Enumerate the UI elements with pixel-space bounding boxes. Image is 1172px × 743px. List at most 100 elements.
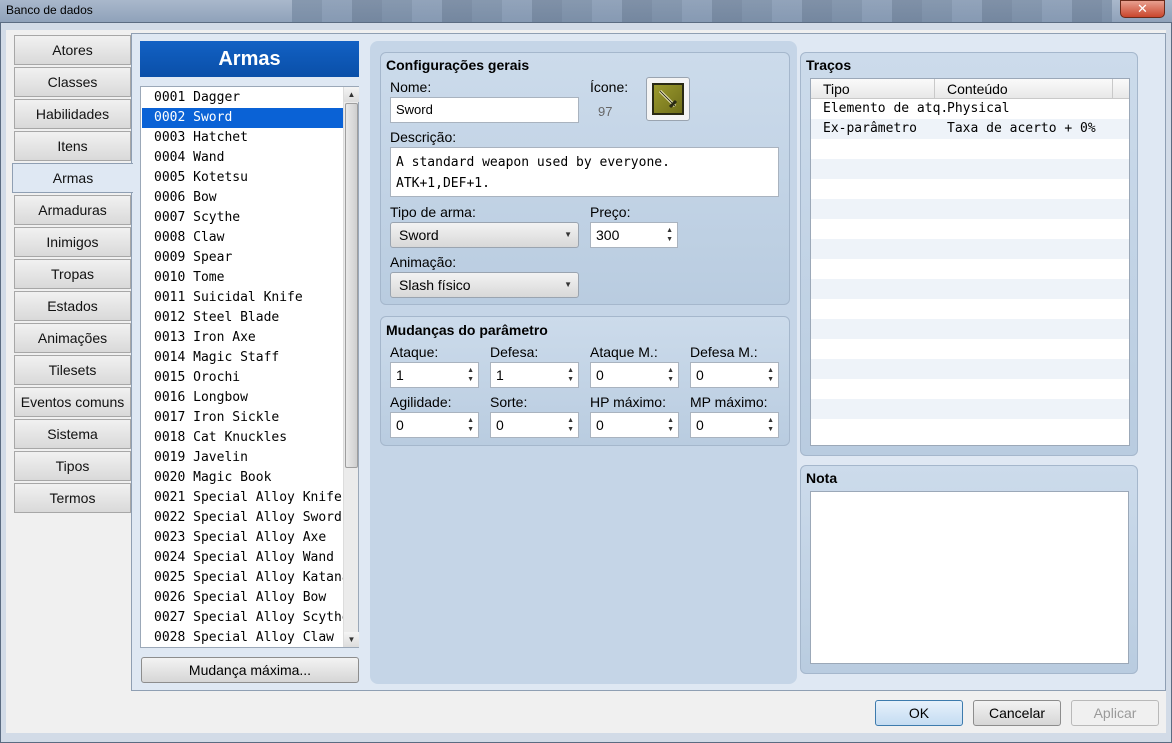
list-item[interactable]: 0015 Orochi bbox=[142, 368, 344, 388]
tab-13[interactable]: Tipos bbox=[14, 451, 131, 481]
list-item[interactable]: 0021 Special Alloy Knife bbox=[142, 488, 344, 508]
list-item[interactable]: 0027 Special Alloy Scythe bbox=[142, 608, 350, 628]
traits-table[interactable]: Tipo Conteúdo Elemento de atq. Physical Ex… bbox=[810, 78, 1130, 446]
list-item[interactable]: 0003 Hatchet bbox=[142, 128, 344, 148]
list-item[interactable]: 0001 Dagger bbox=[142, 88, 344, 108]
list-item[interactable]: 0006 Bow bbox=[142, 188, 344, 208]
max-change-button[interactable]: Mudança máxima... bbox=[141, 657, 359, 683]
spin-arrows-icon[interactable]: ▲ ▼ bbox=[467, 416, 474, 434]
table-row[interactable] bbox=[811, 399, 1129, 419]
column-header-content[interactable]: Conteúdo bbox=[935, 79, 1113, 99]
spin-arrows-icon[interactable]: ▲ ▼ bbox=[667, 416, 674, 434]
tab-11[interactable]: Eventos comuns bbox=[14, 387, 131, 417]
list-item[interactable]: 0009 Spear bbox=[142, 248, 344, 268]
table-row[interactable] bbox=[811, 339, 1129, 359]
list-item[interactable]: 0020 Magic Book bbox=[142, 468, 344, 488]
param-stepper[interactable]: 1 ▲ ▼ bbox=[390, 362, 479, 388]
tab-9[interactable]: Animações bbox=[14, 323, 131, 353]
param-stepper[interactable]: 0 ▲ ▼ bbox=[590, 362, 679, 388]
param-stepper[interactable]: 0 ▲ ▼ bbox=[690, 362, 779, 388]
icon-label: Ícone: bbox=[590, 79, 629, 95]
spin-arrows-icon[interactable]: ▲ ▼ bbox=[767, 416, 774, 434]
name-field[interactable]: Sword bbox=[390, 97, 579, 123]
list-scrollbar[interactable]: ▲ ▼ bbox=[343, 87, 359, 647]
table-row[interactable] bbox=[811, 259, 1129, 279]
ok-button[interactable]: OK bbox=[875, 700, 963, 726]
close-button[interactable]: ✕ bbox=[1120, 0, 1165, 18]
list-item[interactable]: 0019 Javelin bbox=[142, 448, 344, 468]
tab-1[interactable]: Classes bbox=[14, 67, 131, 97]
list-item[interactable]: 0012 Steel Blade bbox=[142, 308, 344, 328]
spin-arrows-icon[interactable]: ▲ ▼ bbox=[667, 366, 674, 384]
animation-select[interactable]: Slash físico ▼ bbox=[390, 272, 579, 298]
list-item[interactable]: 0014 Magic Staff bbox=[142, 348, 344, 368]
list-item[interactable]: 0018 Cat Knuckles bbox=[142, 428, 344, 448]
list-item[interactable]: 0010 Tome bbox=[142, 268, 344, 288]
table-row[interactable]: Ex-parâmetro Taxa de acerto + 0% bbox=[811, 119, 1129, 139]
list-item[interactable]: 0028 Special Alloy Claw bbox=[142, 628, 344, 647]
spin-arrows-icon[interactable]: ▲ ▼ bbox=[467, 366, 474, 384]
table-row[interactable] bbox=[811, 139, 1129, 159]
list-item[interactable]: 0025 Special Alloy Katana bbox=[142, 568, 350, 588]
cancel-button[interactable]: Cancelar bbox=[973, 700, 1061, 726]
spin-arrows-icon[interactable]: ▲ ▼ bbox=[567, 416, 574, 434]
list-item[interactable]: 0026 Special Alloy Bow bbox=[142, 588, 344, 608]
spin-arrows-icon[interactable]: ▲ ▼ bbox=[666, 226, 673, 244]
list-item[interactable]: 0011 Suicidal Knife bbox=[142, 288, 344, 308]
tab-5[interactable]: Armaduras bbox=[14, 195, 131, 225]
tab-12[interactable]: Sistema bbox=[14, 419, 131, 449]
column-header-type[interactable]: Tipo bbox=[811, 79, 935, 99]
table-row[interactable] bbox=[811, 179, 1129, 199]
param-stepper[interactable]: 0 ▲ ▼ bbox=[490, 412, 579, 438]
table-row[interactable] bbox=[811, 219, 1129, 239]
list-item[interactable]: 0022 Special Alloy Sword bbox=[142, 508, 344, 528]
scroll-thumb[interactable] bbox=[345, 103, 358, 468]
price-stepper[interactable]: 300 ▲ ▼ bbox=[590, 222, 678, 248]
table-row[interactable] bbox=[811, 159, 1129, 179]
scroll-up-icon[interactable]: ▲ bbox=[344, 87, 359, 102]
icon-picker[interactable] bbox=[646, 77, 690, 121]
table-row[interactable] bbox=[811, 299, 1129, 319]
list-item[interactable]: 0004 Wand bbox=[142, 148, 344, 168]
table-row[interactable] bbox=[811, 279, 1129, 299]
list-item[interactable]: 0008 Claw bbox=[142, 228, 344, 248]
table-row[interactable]: Elemento de atq. Physical bbox=[811, 99, 1129, 119]
param-stepper[interactable]: 1 ▲ ▼ bbox=[490, 362, 579, 388]
scroll-down-icon[interactable]: ▼ bbox=[344, 632, 359, 647]
table-row[interactable] bbox=[811, 419, 1129, 439]
description-field[interactable]: A standard weapon used by everyone. ATK+… bbox=[390, 147, 779, 197]
list-item[interactable]: 0002 Sword bbox=[142, 108, 344, 128]
tab-6[interactable]: Inimigos bbox=[14, 227, 131, 257]
tab-10[interactable]: Tilesets bbox=[14, 355, 131, 385]
list-item[interactable]: 0016 Longbow bbox=[142, 388, 344, 408]
list-item[interactable]: 0024 Special Alloy Wand bbox=[142, 548, 344, 568]
tab-2[interactable]: Habilidades bbox=[14, 99, 131, 129]
table-row[interactable] bbox=[811, 359, 1129, 379]
tab-8[interactable]: Estados bbox=[14, 291, 131, 321]
table-row[interactable] bbox=[811, 379, 1129, 399]
param-stepper[interactable]: 0 ▲ ▼ bbox=[390, 412, 479, 438]
tab-4[interactable]: Armas bbox=[12, 163, 133, 193]
apply-button[interactable]: Aplicar bbox=[1071, 700, 1159, 726]
param-stepper[interactable]: 0 ▲ ▼ bbox=[690, 412, 779, 438]
note-field[interactable] bbox=[810, 491, 1129, 664]
weapon-list[interactable]: 0001 Dagger 0002 Sword 0003 Hatchet 0004 Wa… bbox=[140, 86, 359, 648]
weapon-type-select[interactable]: Sword ▼ bbox=[390, 222, 579, 248]
list-item[interactable]: 0017 Iron Sickle bbox=[142, 408, 344, 428]
list-item[interactable]: 0005 Kotetsu bbox=[142, 168, 344, 188]
table-row[interactable] bbox=[811, 319, 1129, 339]
param-value: 1 bbox=[396, 367, 404, 383]
tab-7[interactable]: Tropas bbox=[14, 259, 131, 289]
tab-14[interactable]: Termos bbox=[14, 483, 131, 513]
list-title: Armas bbox=[140, 41, 359, 77]
spin-arrows-icon[interactable]: ▲ ▼ bbox=[767, 366, 774, 384]
spin-arrows-icon[interactable]: ▲ ▼ bbox=[567, 366, 574, 384]
list-item[interactable]: 0007 Scythe bbox=[142, 208, 344, 228]
table-row[interactable] bbox=[811, 239, 1129, 259]
tab-3[interactable]: Itens bbox=[14, 131, 131, 161]
list-item[interactable]: 0023 Special Alloy Axe bbox=[142, 528, 344, 548]
list-item[interactable]: 0013 Iron Axe bbox=[142, 328, 344, 348]
tab-0[interactable]: Atores bbox=[14, 35, 131, 65]
param-stepper[interactable]: 0 ▲ ▼ bbox=[590, 412, 679, 438]
table-row[interactable] bbox=[811, 199, 1129, 219]
